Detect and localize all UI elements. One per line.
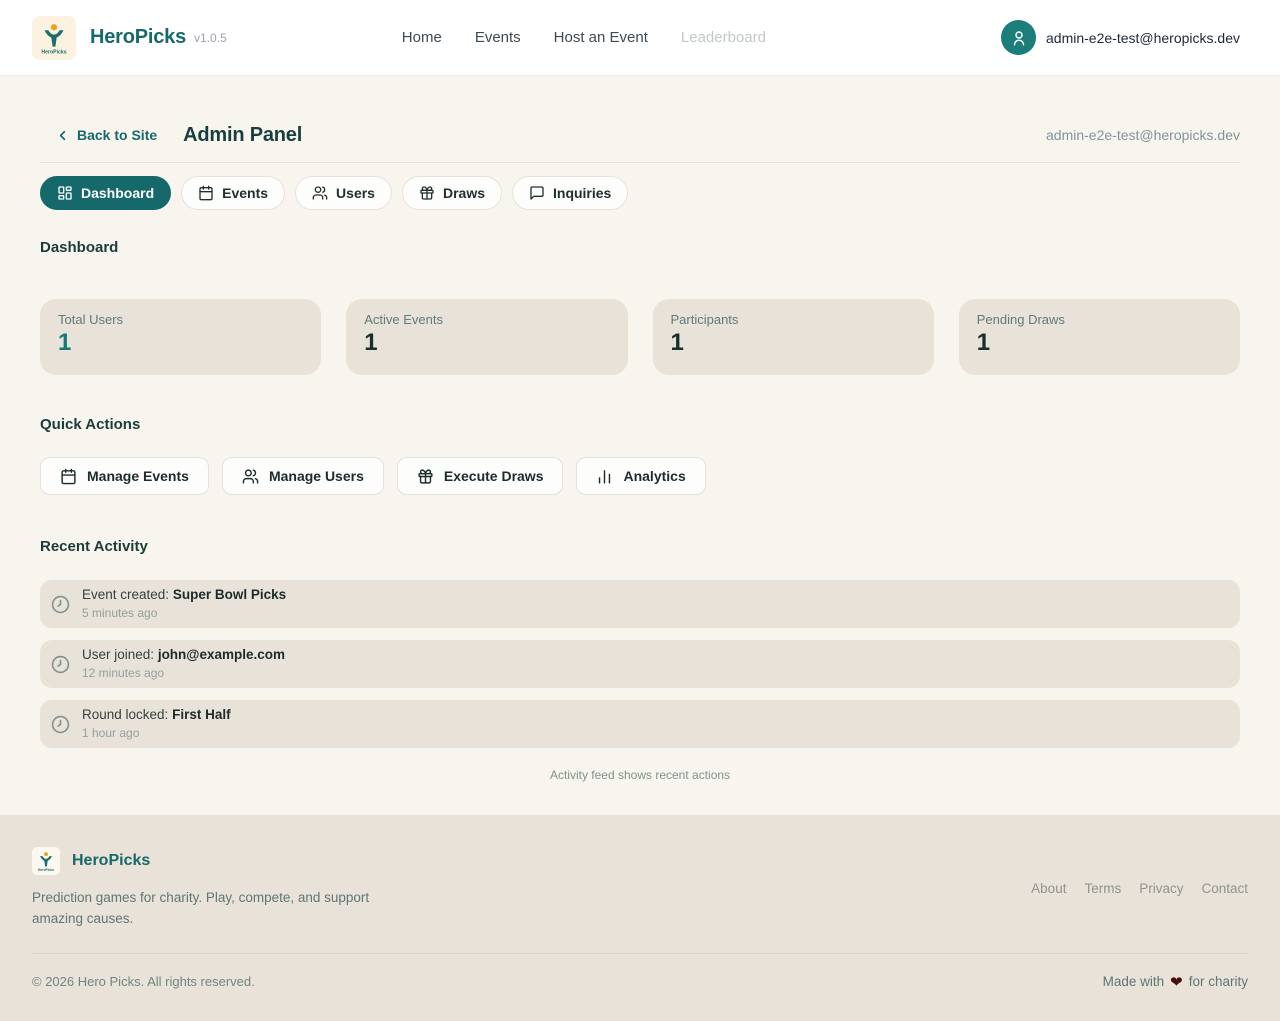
footer-brand-name: HeroPicks bbox=[72, 852, 150, 870]
user-email: admin-e2e-test@heropicks.dev bbox=[1046, 30, 1240, 46]
footer-description: Prediction games for charity. Play, comp… bbox=[32, 888, 372, 930]
stat-value: 1 bbox=[58, 330, 303, 356]
page-title: Admin Panel bbox=[183, 124, 302, 147]
activity-action: Round locked: bbox=[82, 707, 168, 722]
tab-label: Events bbox=[222, 185, 268, 201]
heropicks-logo-icon: HeroPicks bbox=[32, 16, 76, 60]
activity-subject: Super Bowl Picks bbox=[173, 587, 286, 602]
stat-label: Total Users bbox=[58, 312, 303, 327]
activity-action: Event created: bbox=[82, 587, 169, 602]
activity-item: Round locked: First Half 1 hour ago bbox=[40, 700, 1240, 748]
manage-users-button[interactable]: Manage Users bbox=[222, 457, 384, 495]
message-square-icon bbox=[529, 185, 545, 201]
activity-time: 12 minutes ago bbox=[82, 666, 285, 681]
stat-card-pending-draws: Pending Draws 1 bbox=[959, 299, 1240, 375]
back-to-site-label: Back to Site bbox=[77, 127, 157, 143]
button-label: Execute Draws bbox=[444, 468, 544, 484]
stat-label: Participants bbox=[671, 312, 916, 327]
activity-subject: First Half bbox=[172, 707, 231, 722]
footer-brand-block: HeroPicks HeroPicks Prediction games for… bbox=[32, 847, 372, 930]
user-account[interactable]: admin-e2e-test@heropicks.dev bbox=[1001, 20, 1240, 55]
clock-icon bbox=[51, 595, 70, 614]
users-icon bbox=[312, 185, 328, 201]
back-to-site-link[interactable]: Back to Site bbox=[55, 127, 157, 143]
tab-label: Inquiries bbox=[553, 185, 611, 201]
top-navbar: HeroPicks HeroPicks v1.0.5 Home Events H… bbox=[0, 0, 1280, 76]
tab-events[interactable]: Events bbox=[181, 176, 285, 210]
chevron-left-icon bbox=[55, 128, 70, 143]
stat-value: 1 bbox=[977, 330, 1222, 356]
footer-link-contact[interactable]: Contact bbox=[1201, 881, 1248, 896]
user-icon bbox=[1010, 29, 1028, 47]
activity-subject: john@example.com bbox=[158, 647, 285, 662]
users-icon bbox=[242, 468, 259, 485]
manage-events-button[interactable]: Manage Events bbox=[40, 457, 209, 495]
quick-actions-row: Manage Events Manage Users Execute Draws… bbox=[40, 457, 1240, 495]
admin-header: Back to Site Admin Panel admin-e2e-test@… bbox=[40, 76, 1240, 149]
calendar-icon bbox=[60, 468, 77, 485]
quick-actions-heading: Quick Actions bbox=[40, 416, 1240, 433]
button-label: Manage Users bbox=[269, 468, 364, 484]
for-charity-text: for charity bbox=[1189, 974, 1248, 989]
button-label: Analytics bbox=[623, 468, 685, 484]
stat-label: Active Events bbox=[364, 312, 609, 327]
stats-grid: Total Users 1 Active Events 1 Participan… bbox=[40, 299, 1240, 375]
activity-text: Event created: Super Bowl Picks 5 minute… bbox=[82, 587, 286, 621]
activity-list: Event created: Super Bowl Picks 5 minute… bbox=[40, 580, 1240, 748]
dashboard-heading: Dashboard bbox=[40, 239, 1240, 256]
stat-value: 1 bbox=[671, 330, 916, 356]
tab-label: Users bbox=[336, 185, 375, 201]
tab-users[interactable]: Users bbox=[295, 176, 392, 210]
footer-link-about[interactable]: About bbox=[1031, 881, 1066, 896]
activity-text: Round locked: First Half 1 hour ago bbox=[82, 707, 231, 741]
header-divider bbox=[40, 162, 1240, 163]
calendar-icon bbox=[198, 185, 214, 201]
activity-text: User joined: john@example.com 12 minutes… bbox=[82, 647, 285, 681]
nav-link-home[interactable]: Home bbox=[402, 29, 442, 46]
svg-text:HeroPicks: HeroPicks bbox=[41, 49, 66, 55]
bar-chart-icon bbox=[596, 468, 613, 485]
button-label: Manage Events bbox=[87, 468, 189, 484]
footer: HeroPicks HeroPicks Prediction games for… bbox=[0, 815, 1280, 1021]
footer-links: About Terms Privacy Contact bbox=[1031, 881, 1248, 896]
admin-email: admin-e2e-test@heropicks.dev bbox=[1046, 127, 1240, 143]
footer-link-terms[interactable]: Terms bbox=[1084, 881, 1121, 896]
tab-inquiries[interactable]: Inquiries bbox=[512, 176, 628, 210]
stat-card-participants: Participants 1 bbox=[653, 299, 934, 375]
made-with-text: Made with bbox=[1103, 974, 1165, 989]
execute-draws-button[interactable]: Execute Draws bbox=[397, 457, 564, 495]
stat-card-total-users: Total Users 1 bbox=[40, 299, 321, 375]
nav-link-host-an-event[interactable]: Host an Event bbox=[554, 29, 648, 46]
heropicks-logo-icon: HeroPicks bbox=[32, 847, 60, 875]
activity-time: 5 minutes ago bbox=[82, 606, 286, 621]
analytics-button[interactable]: Analytics bbox=[576, 457, 705, 495]
gift-icon bbox=[419, 185, 435, 201]
recent-activity-heading: Recent Activity bbox=[40, 538, 1240, 555]
clock-icon bbox=[51, 715, 70, 734]
nav-link-events[interactable]: Events bbox=[475, 29, 521, 46]
stat-value: 1 bbox=[364, 330, 609, 356]
footer-copyright: © 2026 Hero Picks. All rights reserved. bbox=[32, 974, 255, 989]
clock-icon bbox=[51, 655, 70, 674]
stat-card-active-events: Active Events 1 bbox=[346, 299, 627, 375]
activity-footnote: Activity feed shows recent actions bbox=[40, 768, 1240, 815]
svg-text:HeroPicks: HeroPicks bbox=[38, 868, 54, 872]
nav-link-leaderboard[interactable]: Leaderboard bbox=[681, 29, 766, 46]
admin-tabs: Dashboard Events Users Draws bbox=[40, 176, 1240, 210]
activity-time: 1 hour ago bbox=[82, 726, 231, 741]
primary-nav: Home Events Host an Event Leaderboard bbox=[167, 29, 1001, 46]
tab-dashboard[interactable]: Dashboard bbox=[40, 176, 171, 210]
activity-item: User joined: john@example.com 12 minutes… bbox=[40, 640, 1240, 688]
tab-label: Draws bbox=[443, 185, 485, 201]
gift-icon bbox=[417, 468, 434, 485]
stat-label: Pending Draws bbox=[977, 312, 1222, 327]
tab-draws[interactable]: Draws bbox=[402, 176, 502, 210]
dashboard-grid-icon bbox=[57, 185, 73, 201]
tab-label: Dashboard bbox=[81, 185, 154, 201]
activity-item: Event created: Super Bowl Picks 5 minute… bbox=[40, 580, 1240, 628]
activity-action: User joined: bbox=[82, 647, 154, 662]
avatar[interactable] bbox=[1001, 20, 1036, 55]
footer-link-privacy[interactable]: Privacy bbox=[1139, 881, 1183, 896]
admin-main: Back to Site Admin Panel admin-e2e-test@… bbox=[0, 76, 1280, 815]
